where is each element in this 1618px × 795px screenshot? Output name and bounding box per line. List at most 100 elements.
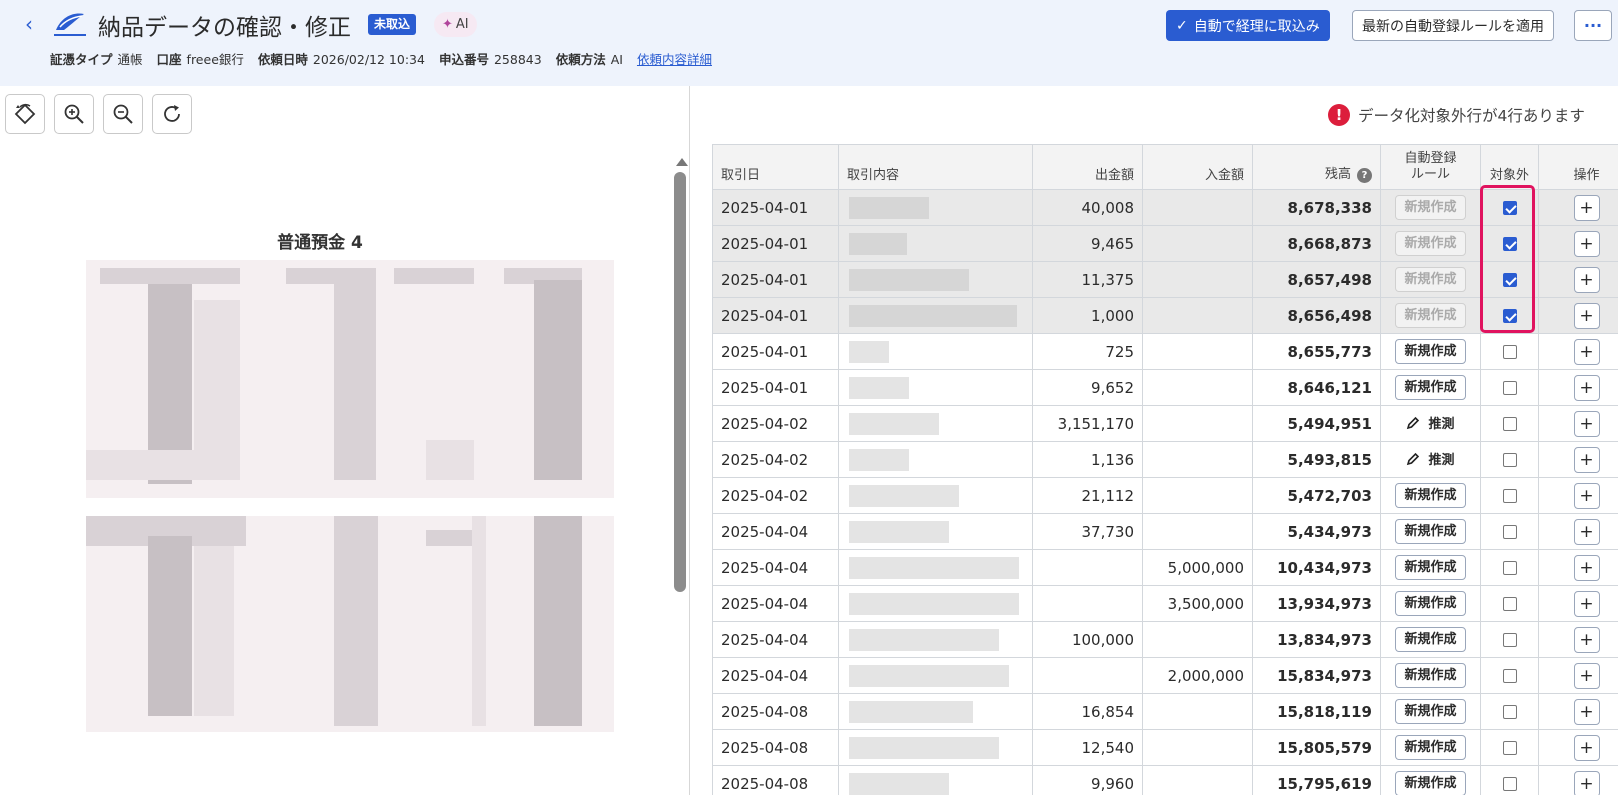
add-row-button[interactable]: + <box>1573 266 1600 293</box>
excluded-checkbox[interactable] <box>1502 597 1517 611</box>
add-row-button[interactable]: + <box>1573 410 1600 437</box>
guess-rule-button[interactable]: 推測 <box>1406 449 1455 468</box>
cell-withdrawal: 40,008 <box>1032 189 1143 226</box>
add-row-button[interactable]: + <box>1573 446 1600 473</box>
table-row[interactable]: 2025-04-01 11,375 8,657,498 新規作成 + <box>712 261 1618 298</box>
meta-item: 証憑タイプ 通帳 <box>50 52 143 67</box>
add-row-button[interactable]: + <box>1573 230 1600 257</box>
excluded-checkbox[interactable] <box>1502 777 1517 791</box>
table-row[interactable]: 2025-04-08 9,960 15,795,619 新規作成 + <box>712 765 1618 795</box>
add-row-button[interactable]: + <box>1573 734 1600 761</box>
table-row[interactable]: 2025-04-04 3,500,000 13,934,973 新規作成 + <box>712 585 1618 622</box>
table-row[interactable]: 2025-04-04 5,000,000 10,434,973 新規作成 + <box>712 549 1618 586</box>
cell-withdrawal <box>1032 585 1143 622</box>
table-row[interactable]: 2025-04-02 3,151,170 5,494,951 推測 + <box>712 405 1618 442</box>
add-row-button[interactable]: + <box>1573 194 1600 221</box>
col-header-withdrawal[interactable]: 出金額 <box>1032 144 1143 190</box>
redacted-description <box>849 736 999 759</box>
viewer-scrollbar[interactable] <box>674 158 688 795</box>
table-row[interactable]: 2025-04-01 9,465 8,668,873 新規作成 + <box>712 225 1618 262</box>
excluded-checkbox[interactable] <box>1502 561 1517 575</box>
create-rule-button[interactable]: 新規作成 <box>1395 519 1466 544</box>
add-row-button[interactable]: + <box>1573 482 1600 509</box>
table-row[interactable]: 2025-04-04 37,730 5,434,973 新規作成 + <box>712 513 1618 550</box>
apply-rules-button[interactable]: 最新の自動登録ルールを適用 <box>1352 10 1554 41</box>
create-rule-button[interactable]: 新規作成 <box>1395 339 1466 364</box>
table-row[interactable]: 2025-04-01 725 8,655,773 新規作成 + <box>712 333 1618 370</box>
add-row-button[interactable]: + <box>1573 770 1600 795</box>
table-row[interactable]: 2025-04-08 12,540 15,805,579 新規作成 + <box>712 729 1618 766</box>
create-rule-button: 新規作成 <box>1395 195 1466 220</box>
zoom-out-icon[interactable] <box>103 94 143 134</box>
excluded-checkbox[interactable] <box>1502 633 1517 647</box>
create-rule-button[interactable]: 新規作成 <box>1395 375 1466 400</box>
scroll-thumb[interactable] <box>674 172 686 592</box>
zoom-in-icon[interactable] <box>54 94 94 134</box>
more-menu-button[interactable]: ··· <box>1574 10 1612 41</box>
cell-description <box>838 441 1033 478</box>
excluded-checkbox[interactable] <box>1502 525 1517 539</box>
table-row[interactable]: 2025-04-04 100,000 13,834,973 新規作成 + <box>712 621 1618 658</box>
create-rule-button[interactable]: 新規作成 <box>1395 555 1466 580</box>
transactions-table-wrapper[interactable]: 取引日 取引内容 出金額 入金額 残高? 自動登録 ルール 対象外 操作 2025… <box>712 144 1618 795</box>
excluded-checkbox[interactable] <box>1502 453 1517 467</box>
excluded-checkbox[interactable] <box>1502 741 1517 755</box>
add-row-button[interactable]: + <box>1573 302 1600 329</box>
cell-description <box>838 261 1033 298</box>
table-row[interactable]: 2025-04-02 1,136 5,493,815 推測 + <box>712 441 1618 478</box>
cell-balance: 5,493,815 <box>1252 441 1381 478</box>
excluded-checkbox[interactable] <box>1502 309 1517 323</box>
add-row-button[interactable]: + <box>1573 338 1600 365</box>
cell-auto-rule: 新規作成 <box>1380 225 1481 262</box>
excluded-checkbox[interactable] <box>1502 273 1517 287</box>
col-header-deposit[interactable]: 入金額 <box>1142 144 1253 190</box>
excluded-checkbox[interactable] <box>1502 417 1517 431</box>
create-rule-button[interactable]: 新規作成 <box>1395 663 1466 688</box>
table-row[interactable]: 2025-04-01 40,008 8,678,338 新規作成 + <box>712 189 1618 226</box>
cell-withdrawal: 100,000 <box>1032 621 1143 658</box>
excluded-checkbox[interactable] <box>1502 489 1517 503</box>
col-header-description[interactable]: 取引内容 <box>838 144 1033 190</box>
excluded-checkbox[interactable] <box>1502 345 1517 359</box>
excluded-checkbox[interactable] <box>1502 201 1517 215</box>
add-row-button[interactable]: + <box>1573 518 1600 545</box>
create-rule-button[interactable]: 新規作成 <box>1395 735 1466 760</box>
cell-operation: + <box>1538 585 1618 622</box>
guess-rule-button[interactable]: 推測 <box>1406 413 1455 432</box>
cell-excluded <box>1480 585 1539 622</box>
auto-import-button[interactable]: ✓ 自動で経理に取込み <box>1166 10 1330 41</box>
excluded-checkbox[interactable] <box>1502 237 1517 251</box>
add-row-button[interactable]: + <box>1573 554 1600 581</box>
add-row-button[interactable]: + <box>1573 590 1600 617</box>
col-header-date[interactable]: 取引日 <box>712 144 839 190</box>
add-row-button[interactable]: + <box>1573 698 1600 725</box>
add-row-button[interactable]: + <box>1573 374 1600 401</box>
create-rule-button[interactable]: 新規作成 <box>1395 627 1466 652</box>
back-chevron-icon[interactable]: ‹ <box>18 12 40 36</box>
table-row[interactable]: 2025-04-08 16,854 15,818,119 新規作成 + <box>712 693 1618 730</box>
add-row-button[interactable]: + <box>1573 626 1600 653</box>
rotate-icon[interactable] <box>5 94 45 134</box>
table-row[interactable]: 2025-04-01 9,652 8,646,121 新規作成 + <box>712 369 1618 406</box>
create-rule-button[interactable]: 新規作成 <box>1395 483 1466 508</box>
create-rule-button[interactable]: 新規作成 <box>1395 771 1466 795</box>
add-row-button[interactable]: + <box>1573 662 1600 689</box>
cell-withdrawal: 1,000 <box>1032 297 1143 334</box>
request-detail-link[interactable]: 依頼内容詳細 <box>637 49 712 68</box>
cell-date: 2025-04-02 <box>712 477 839 514</box>
excluded-checkbox[interactable] <box>1502 381 1517 395</box>
help-icon[interactable]: ? <box>1357 168 1372 183</box>
cell-description <box>838 585 1033 622</box>
cell-auto-rule: 新規作成 <box>1380 729 1481 766</box>
table-row[interactable]: 2025-04-02 21,112 5,472,703 新規作成 + <box>712 477 1618 514</box>
scroll-up-arrow-icon[interactable] <box>676 158 688 166</box>
create-rule-button[interactable]: 新規作成 <box>1395 591 1466 616</box>
excluded-checkbox[interactable] <box>1502 705 1517 719</box>
table-row[interactable]: 2025-04-04 2,000,000 15,834,973 新規作成 + <box>712 657 1618 694</box>
excluded-checkbox[interactable] <box>1502 669 1517 683</box>
col-header-balance[interactable]: 残高? <box>1252 144 1381 190</box>
table-row[interactable]: 2025-04-01 1,000 8,656,498 新規作成 + <box>712 297 1618 334</box>
cell-date: 2025-04-01 <box>712 333 839 370</box>
create-rule-button[interactable]: 新規作成 <box>1395 699 1466 724</box>
refresh-icon[interactable] <box>152 94 192 134</box>
